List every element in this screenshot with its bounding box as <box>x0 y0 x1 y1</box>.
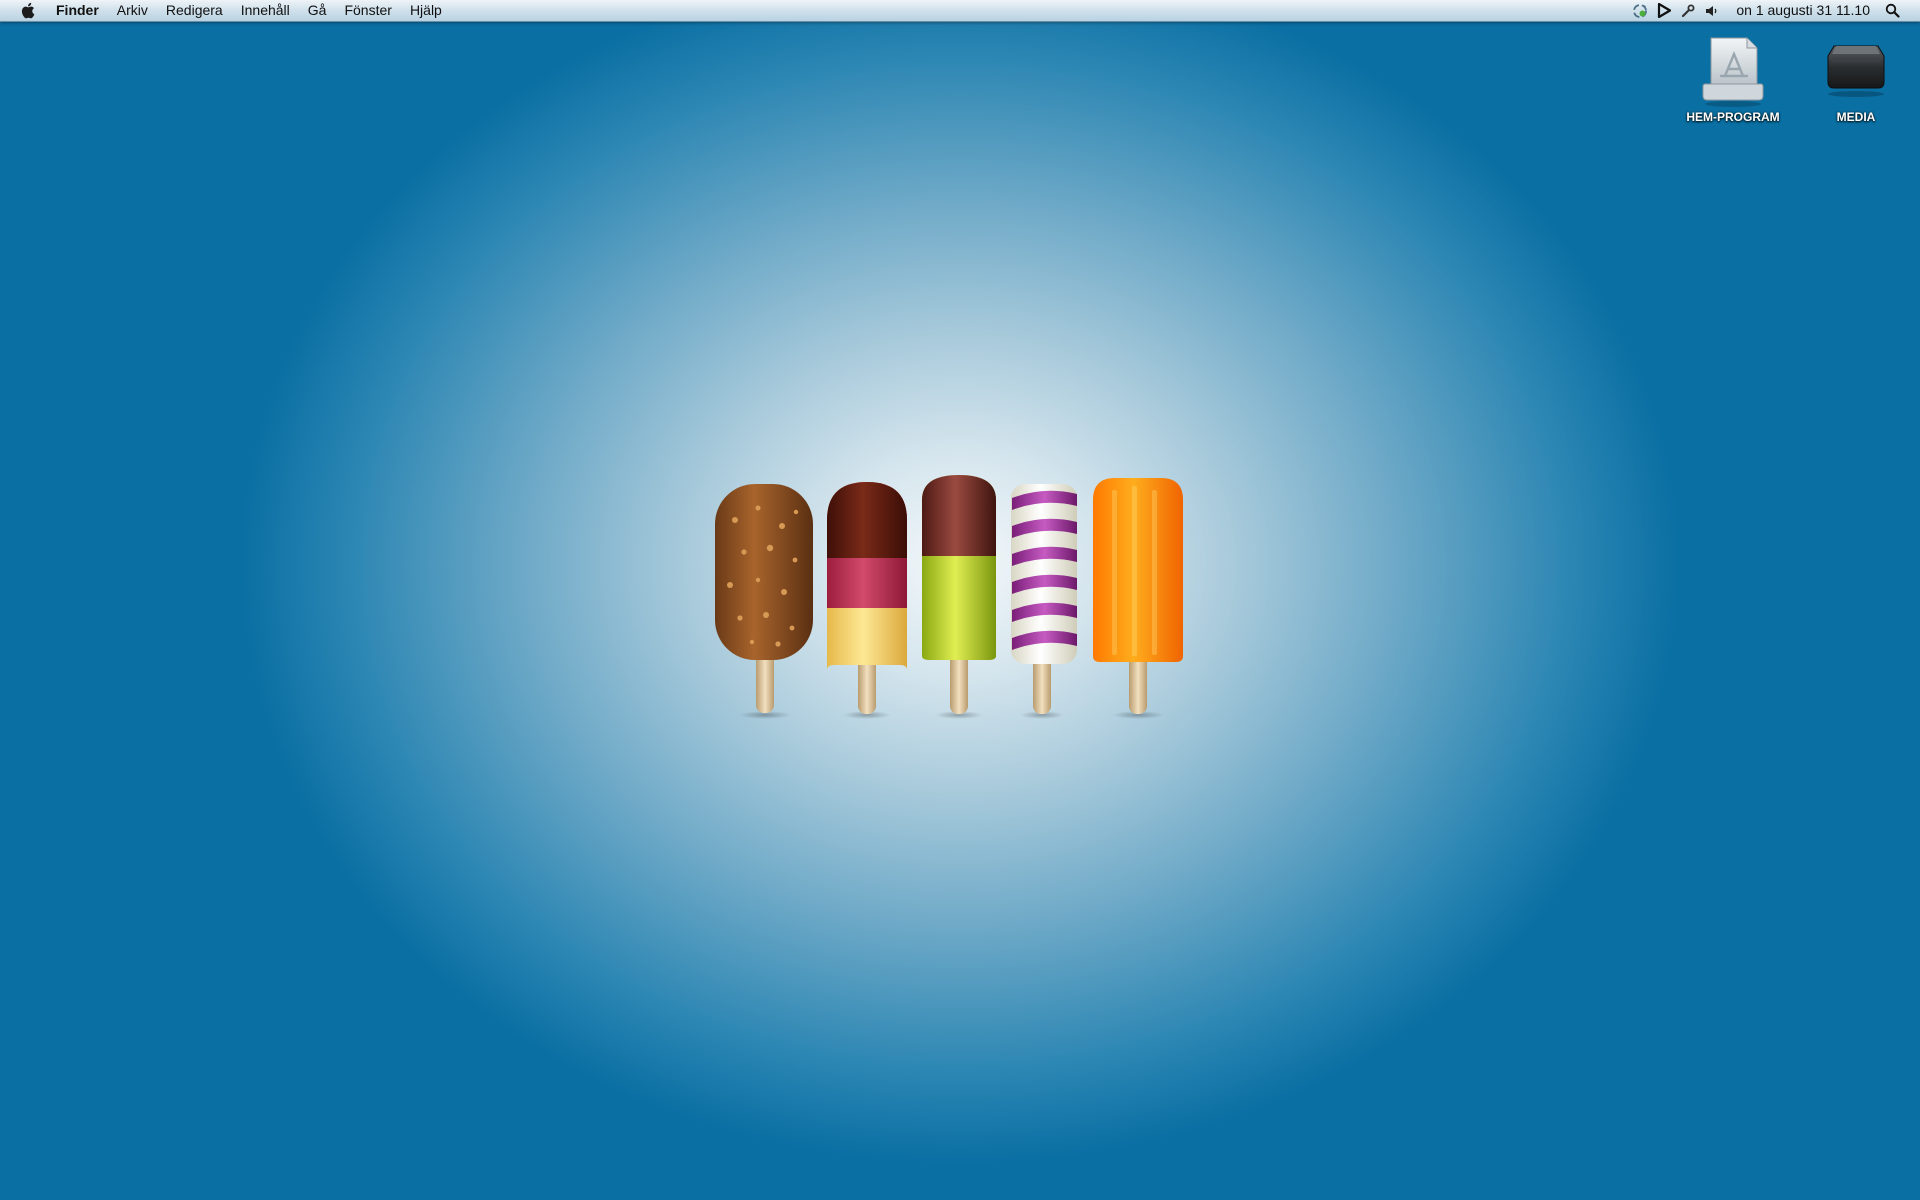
desktop-icon-label: MEDIA <box>1836 110 1876 124</box>
menu-fonster[interactable]: Fönster <box>335 0 400 21</box>
popsicles-wallpaper-art <box>715 475 1183 719</box>
menu-hjalp[interactable]: Hjälp <box>401 0 451 21</box>
desktop[interactable]: Finder Arkiv Redigera Innehåll Gå Fönste… <box>0 0 1920 1200</box>
menu-bar-left: Finder Arkiv Redigera Innehåll Gå Fönste… <box>0 0 451 21</box>
desktop-icon-media[interactable]: MEDIA <box>1801 32 1911 124</box>
menu-arkiv[interactable]: Arkiv <box>108 0 157 21</box>
volume-icon[interactable] <box>1700 0 1724 21</box>
wrench-icon[interactable] <box>1676 0 1700 21</box>
popsicle-cola-lime <box>922 475 996 719</box>
menu-finder[interactable]: Finder <box>48 0 108 21</box>
menu-bar: Finder Arkiv Redigera Innehåll Gå Fönste… <box>0 0 1920 22</box>
menu-innehall[interactable]: Innehåll <box>232 0 299 21</box>
menu-redigera[interactable]: Redigera <box>157 0 232 21</box>
desktop-icon-hem-program[interactable]: HEM-PROGRAM <box>1678 32 1788 124</box>
menu-clock[interactable]: on 1 augusti 31 11.10 <box>1724 0 1880 21</box>
menu-bar-right: on 1 augusti 31 11.10 <box>1628 0 1920 21</box>
desktop-icon-label: HEM-PROGRAM <box>1686 110 1780 124</box>
popsicle-tricolor <box>827 482 907 719</box>
popsicle-chocolate-nut <box>715 484 813 719</box>
external-drive-icon <box>1827 45 1885 97</box>
spotlight-search-icon[interactable] <box>1880 0 1904 21</box>
sync-icon[interactable] <box>1628 0 1652 21</box>
popsicle-twist <box>1011 484 1077 719</box>
popsicle-orange <box>1093 478 1183 719</box>
play-icon[interactable] <box>1652 0 1676 21</box>
menu-ga[interactable]: Gå <box>299 0 336 21</box>
applications-folder-icon <box>1702 37 1764 107</box>
apple-logo-icon[interactable] <box>16 0 38 21</box>
